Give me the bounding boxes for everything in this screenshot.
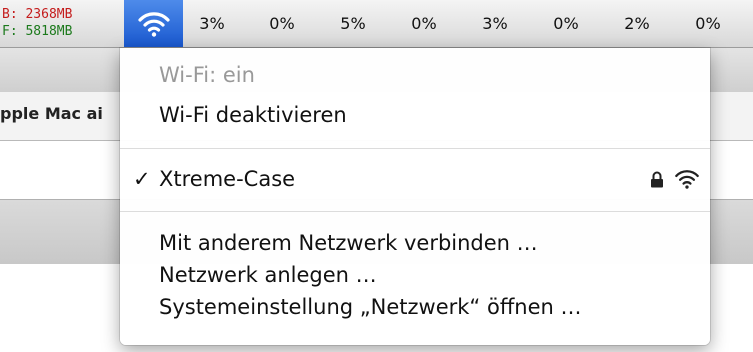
join-other-network-label: Mit anderem Netzwerk verbinden … <box>159 231 538 255</box>
memory-busy: B: 2368MB <box>2 7 73 22</box>
menu-bar: B: 2368MB F: 5818MB 3% 0% 5% 0% 3% 0% 2%… <box>0 0 753 48</box>
memory-free: F: 5818MB <box>2 24 73 39</box>
cpu-core-2: 0% <box>269 14 295 33</box>
network-item-xtreme-case[interactable]: ✓ Xtreme-Case <box>120 162 710 196</box>
wifi-signal-icon <box>675 170 699 189</box>
cpu-core-3: 5% <box>340 14 366 33</box>
wifi-menu-extra[interactable] <box>124 0 183 47</box>
menu-separator <box>120 148 710 149</box>
wifi-status-label: Wi-Fi: ein <box>159 63 255 87</box>
join-other-network-item[interactable]: Mit anderem Netzwerk verbinden … <box>120 226 710 260</box>
memory-monitor: B: 2368MB F: 5818MB <box>2 6 72 40</box>
lock-icon <box>651 171 663 188</box>
network-name: Xtreme-Case <box>159 167 296 191</box>
wifi-icon <box>137 11 170 37</box>
wifi-toggle-label: Wi-Fi deaktivieren <box>159 103 347 127</box>
create-network-item[interactable]: Netzwerk anlegen … <box>120 258 710 292</box>
menu-separator <box>120 211 710 212</box>
wifi-status: Wi-Fi: ein <box>120 58 710 92</box>
open-network-prefs-label: Systemeinstellung „Netzwerk“ öffnen … <box>159 295 582 319</box>
cpu-core-5: 3% <box>482 14 508 33</box>
cpu-core-1: 3% <box>199 14 225 33</box>
wifi-menu: Wi-Fi: ein Wi-Fi deaktivieren ✓ Xtreme-C… <box>120 48 710 345</box>
create-network-label: Netzwerk anlegen … <box>159 263 377 287</box>
wifi-toggle-item[interactable]: Wi-Fi deaktivieren <box>120 98 710 132</box>
cpu-core-8: 0% <box>695 14 721 33</box>
background-tab-label: pple Mac ai <box>0 104 103 123</box>
cpu-core-7: 2% <box>624 14 650 33</box>
cpu-core-6: 0% <box>553 14 579 33</box>
checkmark-icon: ✓ <box>133 167 151 191</box>
cpu-core-4: 0% <box>411 14 437 33</box>
open-network-prefs-item[interactable]: Systemeinstellung „Netzwerk“ öffnen … <box>120 290 710 324</box>
